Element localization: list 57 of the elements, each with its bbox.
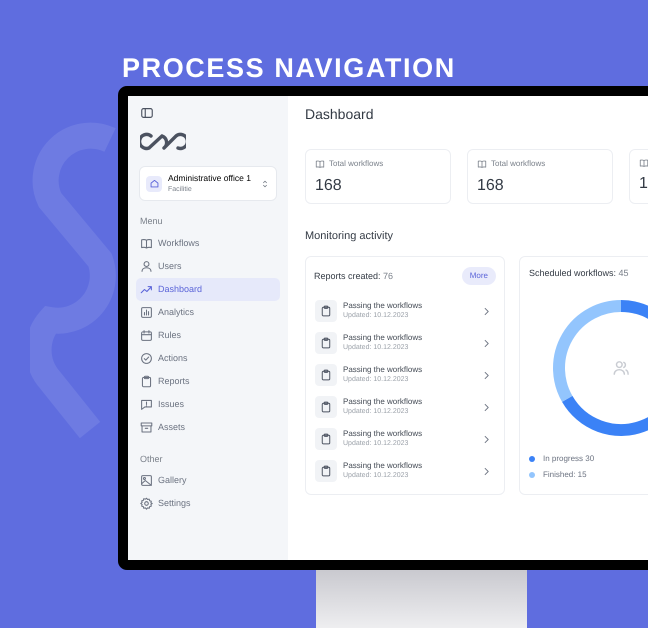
report-title: Passing the workflows	[343, 333, 424, 344]
more-button[interactable]: More	[462, 267, 496, 286]
nav-item[interactable]: Assets	[136, 416, 280, 439]
message-alert-icon	[140, 398, 153, 411]
clipboard-icon	[320, 337, 332, 350]
clipboard-icon	[320, 433, 332, 446]
report-title: Passing the workflows	[343, 461, 424, 472]
office-name: Administrative office 1	[168, 172, 252, 185]
archive-icon	[140, 420, 153, 434]
nav-item[interactable]: Issues	[136, 392, 280, 416]
section-heading: Other	[140, 452, 164, 466]
stat-label: Total workflows	[491, 158, 546, 170]
clipboard-icon	[320, 401, 332, 414]
settings-icon	[140, 497, 153, 510]
legend-label: In progress 30	[543, 452, 594, 465]
report-title: Passing the workflows	[343, 301, 424, 312]
book-icon	[477, 158, 487, 169]
nav-item[interactable]: Dashboard	[136, 278, 280, 301]
nav-item[interactable]: Gallery	[136, 469, 280, 492]
page-title: Dashboard	[305, 106, 374, 123]
report-title: Passing the workflows	[343, 429, 424, 440]
report-title: Passing the workflows	[343, 397, 424, 408]
stat-value: 168	[315, 176, 343, 196]
book-icon	[639, 158, 648, 168]
book-icon	[315, 158, 325, 169]
banner-title: PROCESS NAVIGATION	[121, 52, 457, 82]
image-icon	[140, 474, 153, 488]
nav-item[interactable]: Reports	[136, 370, 280, 393]
logo-icon	[140, 132, 186, 152]
card-title: Reports created: 76	[314, 270, 394, 283]
nav-item[interactable]: Actions	[136, 346, 280, 370]
nav-item[interactable]: Settings	[136, 492, 280, 516]
nav-item[interactable]: Workflows	[136, 232, 280, 255]
clipboard-icon	[140, 374, 153, 388]
check-circle-icon	[140, 352, 153, 365]
users-icon	[612, 358, 630, 377]
report-title: Passing the workflows	[343, 365, 424, 376]
stat-label: Total workflows	[329, 158, 384, 170]
nav-item[interactable]: Users	[136, 254, 280, 278]
chevron-updown-icon	[260, 178, 270, 189]
clipboard-icon	[320, 305, 332, 318]
user-icon	[140, 260, 153, 273]
clipboard-icon	[320, 369, 332, 382]
card-title: Scheduled workflows: 45	[529, 267, 629, 280]
bar-chart-icon	[140, 306, 153, 319]
home-icon	[148, 178, 160, 190]
section-title: Monitoring activity	[305, 228, 394, 244]
book-icon	[140, 236, 153, 250]
legend-label: Finished: 15	[543, 468, 587, 481]
calendar-icon	[140, 328, 153, 342]
clipboard-icon	[320, 465, 332, 478]
nav-item[interactable]: Analytics	[136, 300, 280, 324]
nav-item[interactable]: Rules	[136, 324, 280, 347]
stat-value: 168	[477, 176, 505, 196]
sidebar-toggle-icon[interactable]	[140, 106, 154, 120]
section-heading: Menu	[140, 215, 164, 228]
stat-value: 1	[639, 174, 648, 194]
